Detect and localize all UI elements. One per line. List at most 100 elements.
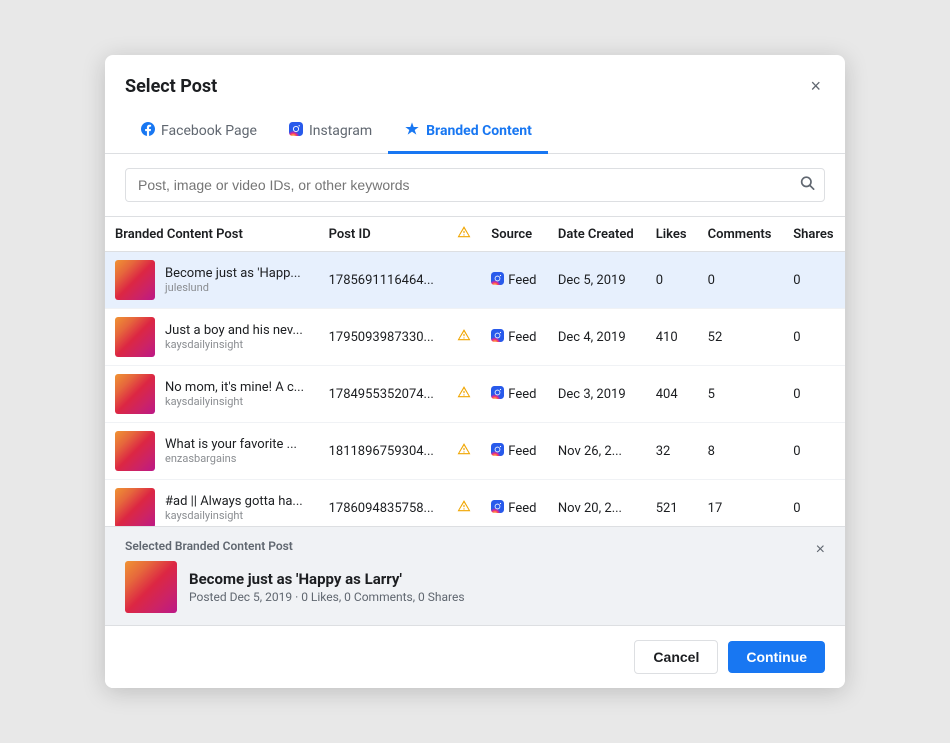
post-title: Just a boy and his nev... — [165, 323, 303, 338]
cell-shares: 0 — [783, 366, 845, 423]
cell-warning — [447, 480, 482, 527]
cell-post: #ad || Always gotta ha... kaysdailyinsig… — [105, 480, 319, 527]
tabs-container: Facebook Page Instagram Branded Content — [105, 111, 845, 154]
post-author: kaysdailyinsight — [165, 509, 303, 522]
selected-section: Selected Branded Content Post × Become j… — [105, 526, 845, 625]
modal-header: Select Post × — [105, 55, 845, 99]
search-input[interactable] — [125, 168, 825, 202]
cell-shares: 0 — [783, 423, 845, 480]
search-button[interactable] — [799, 175, 815, 196]
table-row[interactable]: #ad || Always gotta ha... kaysdailyinsig… — [105, 480, 845, 527]
posts-table: Branded Content Post Post ID Source Date… — [105, 217, 845, 526]
source-label: Feed — [508, 330, 536, 345]
cell-source: Feed — [481, 252, 548, 309]
post-title: Become just as 'Happ... — [165, 266, 301, 281]
col-header-postid: Post ID — [319, 217, 447, 252]
cell-postid: 1785691116464... — [319, 252, 447, 309]
cell-postid: 1795093987330... — [319, 309, 447, 366]
selected-label: Selected Branded Content Post — [125, 539, 293, 553]
table-container[interactable]: Branded Content Post Post ID Source Date… — [105, 216, 845, 526]
cell-likes: 32 — [646, 423, 698, 480]
source-label: Feed — [508, 273, 536, 288]
col-header-comments: Comments — [698, 217, 784, 252]
selected-post-info: Become just as 'Happy as Larry' Posted D… — [189, 570, 465, 604]
continue-button[interactable]: Continue — [728, 641, 825, 673]
cell-source: Feed — [481, 309, 548, 366]
modal-overlay: Select Post × Facebook Page Instagram — [0, 0, 950, 743]
source-icon — [491, 500, 504, 516]
post-author: juleslund — [165, 281, 301, 294]
tab-facebook[interactable]: Facebook Page — [125, 111, 273, 154]
post-thumbnail — [115, 260, 155, 300]
cell-comments: 8 — [698, 423, 784, 480]
post-thumbnail — [115, 431, 155, 471]
facebook-icon — [141, 122, 155, 140]
table-row[interactable]: Become just as 'Happ... juleslund 178569… — [105, 252, 845, 309]
selected-post-title: Become just as 'Happy as Larry' — [189, 570, 465, 588]
table-row[interactable]: What is your favorite ... enzasbargains … — [105, 423, 845, 480]
modal-footer: Cancel Continue — [105, 625, 845, 688]
col-header-date: Date Created — [548, 217, 646, 252]
close-selected-button[interactable]: × — [816, 541, 825, 559]
cell-date: Nov 26, 2... — [548, 423, 646, 480]
source-icon — [491, 329, 504, 345]
cell-warning — [447, 366, 482, 423]
post-author: enzasbargains — [165, 452, 297, 465]
cell-source: Feed — [481, 366, 548, 423]
source-label: Feed — [508, 444, 536, 459]
post-thumbnail — [115, 374, 155, 414]
post-info: What is your favorite ... enzasbargains — [165, 437, 297, 465]
cell-source: Feed — [481, 480, 548, 527]
cancel-button[interactable]: Cancel — [634, 640, 718, 674]
post-info: No mom, it's mine! A c... kaysdailyinsig… — [165, 380, 304, 408]
modal: Select Post × Facebook Page Instagram — [105, 55, 845, 688]
cell-postid: 1811896759304... — [319, 423, 447, 480]
selected-post-meta: Posted Dec 5, 2019 · 0 Likes, 0 Comments… — [189, 590, 465, 604]
source-label: Feed — [508, 501, 536, 516]
tab-instagram[interactable]: Instagram — [273, 111, 388, 154]
cell-shares: 0 — [783, 252, 845, 309]
cell-date: Dec 4, 2019 — [548, 309, 646, 366]
cell-post: No mom, it's mine! A c... kaysdailyinsig… — [105, 366, 319, 423]
cell-likes: 521 — [646, 480, 698, 527]
cell-warning — [447, 309, 482, 366]
tab-branded-label: Branded Content — [426, 123, 532, 139]
branded-icon — [404, 121, 420, 141]
source-icon — [491, 443, 504, 459]
cell-likes: 0 — [646, 252, 698, 309]
cell-date: Nov 20, 2... — [548, 480, 646, 527]
table-body: Become just as 'Happ... juleslund 178569… — [105, 252, 845, 527]
cell-warning — [447, 423, 482, 480]
col-header-source: Source — [481, 217, 548, 252]
cell-postid: 1784955352074... — [319, 366, 447, 423]
post-info: #ad || Always gotta ha... kaysdailyinsig… — [165, 494, 303, 522]
cell-post: What is your favorite ... enzasbargains — [105, 423, 319, 480]
post-title: No mom, it's mine! A c... — [165, 380, 304, 395]
post-info: Just a boy and his nev... kaysdailyinsig… — [165, 323, 303, 351]
post-thumbnail — [115, 488, 155, 526]
close-button[interactable]: × — [806, 73, 825, 99]
table-row[interactable]: Just a boy and his nev... kaysdailyinsig… — [105, 309, 845, 366]
post-title: #ad || Always gotta ha... — [165, 494, 303, 509]
col-header-post: Branded Content Post — [105, 217, 319, 252]
cell-comments: 5 — [698, 366, 784, 423]
post-author: kaysdailyinsight — [165, 338, 303, 351]
selected-thumb — [125, 561, 177, 613]
source-icon — [491, 386, 504, 402]
cell-post: Become just as 'Happ... juleslund — [105, 252, 319, 309]
tab-branded[interactable]: Branded Content — [388, 111, 548, 154]
source-icon — [491, 272, 504, 288]
table-row[interactable]: No mom, it's mine! A c... kaysdailyinsig… — [105, 366, 845, 423]
tab-instagram-label: Instagram — [309, 123, 372, 139]
cell-warning — [447, 252, 482, 309]
cell-date: Dec 3, 2019 — [548, 366, 646, 423]
cell-comments: 52 — [698, 309, 784, 366]
post-title: What is your favorite ... — [165, 437, 297, 452]
search-area — [105, 154, 845, 216]
modal-title: Select Post — [125, 76, 217, 97]
cell-shares: 0 — [783, 309, 845, 366]
post-author: kaysdailyinsight — [165, 395, 304, 408]
col-header-shares: Shares — [783, 217, 845, 252]
cell-likes: 404 — [646, 366, 698, 423]
selected-post: Become just as 'Happy as Larry' Posted D… — [125, 561, 825, 613]
